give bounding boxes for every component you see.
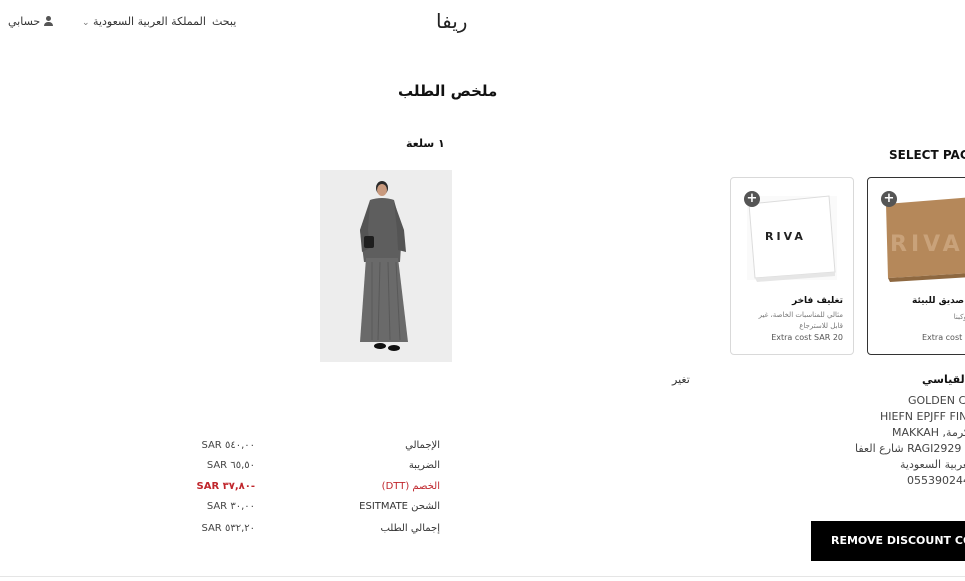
tax-label: الضريبة <box>408 460 440 471</box>
user-icon <box>43 16 53 26</box>
add-icon[interactable]: + <box>744 191 760 207</box>
page-title: ملخص الطلب <box>398 82 498 100</box>
discount-label: الخصم (DTT) <box>381 481 440 492</box>
packaging-card-luxury[interactable]: RIVA + تغليف فاخر مثالي للمناسبات الخاصة… <box>730 177 854 355</box>
account-label: حسابي <box>8 15 41 28</box>
packaging-cost: Extra cost SAR 20 <box>771 333 843 342</box>
footer-divider <box>0 576 965 577</box>
packaging-description: أفضل لكوكبنا <box>953 313 965 321</box>
packaging-card-eco[interactable]: RIVA + تغليف صديق للبيئة أفضل لكوكبنا Ex… <box>867 177 965 355</box>
packaging-name: تغليف صديق للبيئة <box>912 296 965 306</box>
packaging-heading: SELECT PACK <box>889 148 965 162</box>
packaging-description: مثالي للمناسبات الخاصة، غير قابل للاسترج… <box>758 311 843 330</box>
subtotal-value: SAR ٥٤٠,٠٠ <box>201 440 255 451</box>
product-photo <box>320 170 452 362</box>
order-total-value: SAR ٥٣٢,٢٠ <box>201 523 255 534</box>
account-link[interactable]: حسابي <box>8 15 53 28</box>
packaging-name: تغليف فاخر <box>791 296 843 306</box>
discount-value: SAR ٣٧,٨٠- <box>196 481 256 492</box>
add-icon[interactable]: + <box>881 191 897 207</box>
search-link[interactable]: يبحث <box>212 15 236 28</box>
address-line: مكرمة, MAKKAH <box>892 426 965 439</box>
shipping-value: SAR ٣٠,٠٠ <box>206 501 255 512</box>
address-line: RAGI2929 17 شارع العفا <box>855 442 965 455</box>
address-line: GOLDEN C <box>908 394 965 407</box>
chevron-down-icon: ⌄ <box>82 18 90 28</box>
packaging-cost: Extra cost S <box>922 333 965 342</box>
address-line: المملكة العربية السعودية <box>900 458 965 471</box>
change-address-link[interactable]: تغير <box>672 373 690 386</box>
remove-discount-button[interactable]: REMOVE DISCOUNT CODE <box>811 521 965 561</box>
country-selector[interactable]: ⌄ المملكة العربية السعودية <box>82 15 206 28</box>
tax-value: SAR ٦٥,٥٠ <box>206 460 255 471</box>
country-label: المملكة العربية السعودية <box>93 15 206 28</box>
subtotal-label: الإجمالي <box>405 440 440 451</box>
address-line: 055390244 <box>907 474 965 487</box>
shipping-label: الشحن ESITMATE <box>359 501 440 512</box>
product-image[interactable] <box>320 170 452 362</box>
box-logo: RIVA <box>765 230 806 243</box>
address-line: HIEFN EPJFF FIN <box>880 410 965 423</box>
shipping-method-title: الشحن القياسي <box>922 373 965 386</box>
logo[interactable]: ريفا <box>436 9 467 33</box>
cart-count: ١ سلعة <box>406 137 445 150</box>
box-logo: RIVA <box>890 232 964 257</box>
order-total-label: إجمالي الطلب <box>380 523 440 534</box>
